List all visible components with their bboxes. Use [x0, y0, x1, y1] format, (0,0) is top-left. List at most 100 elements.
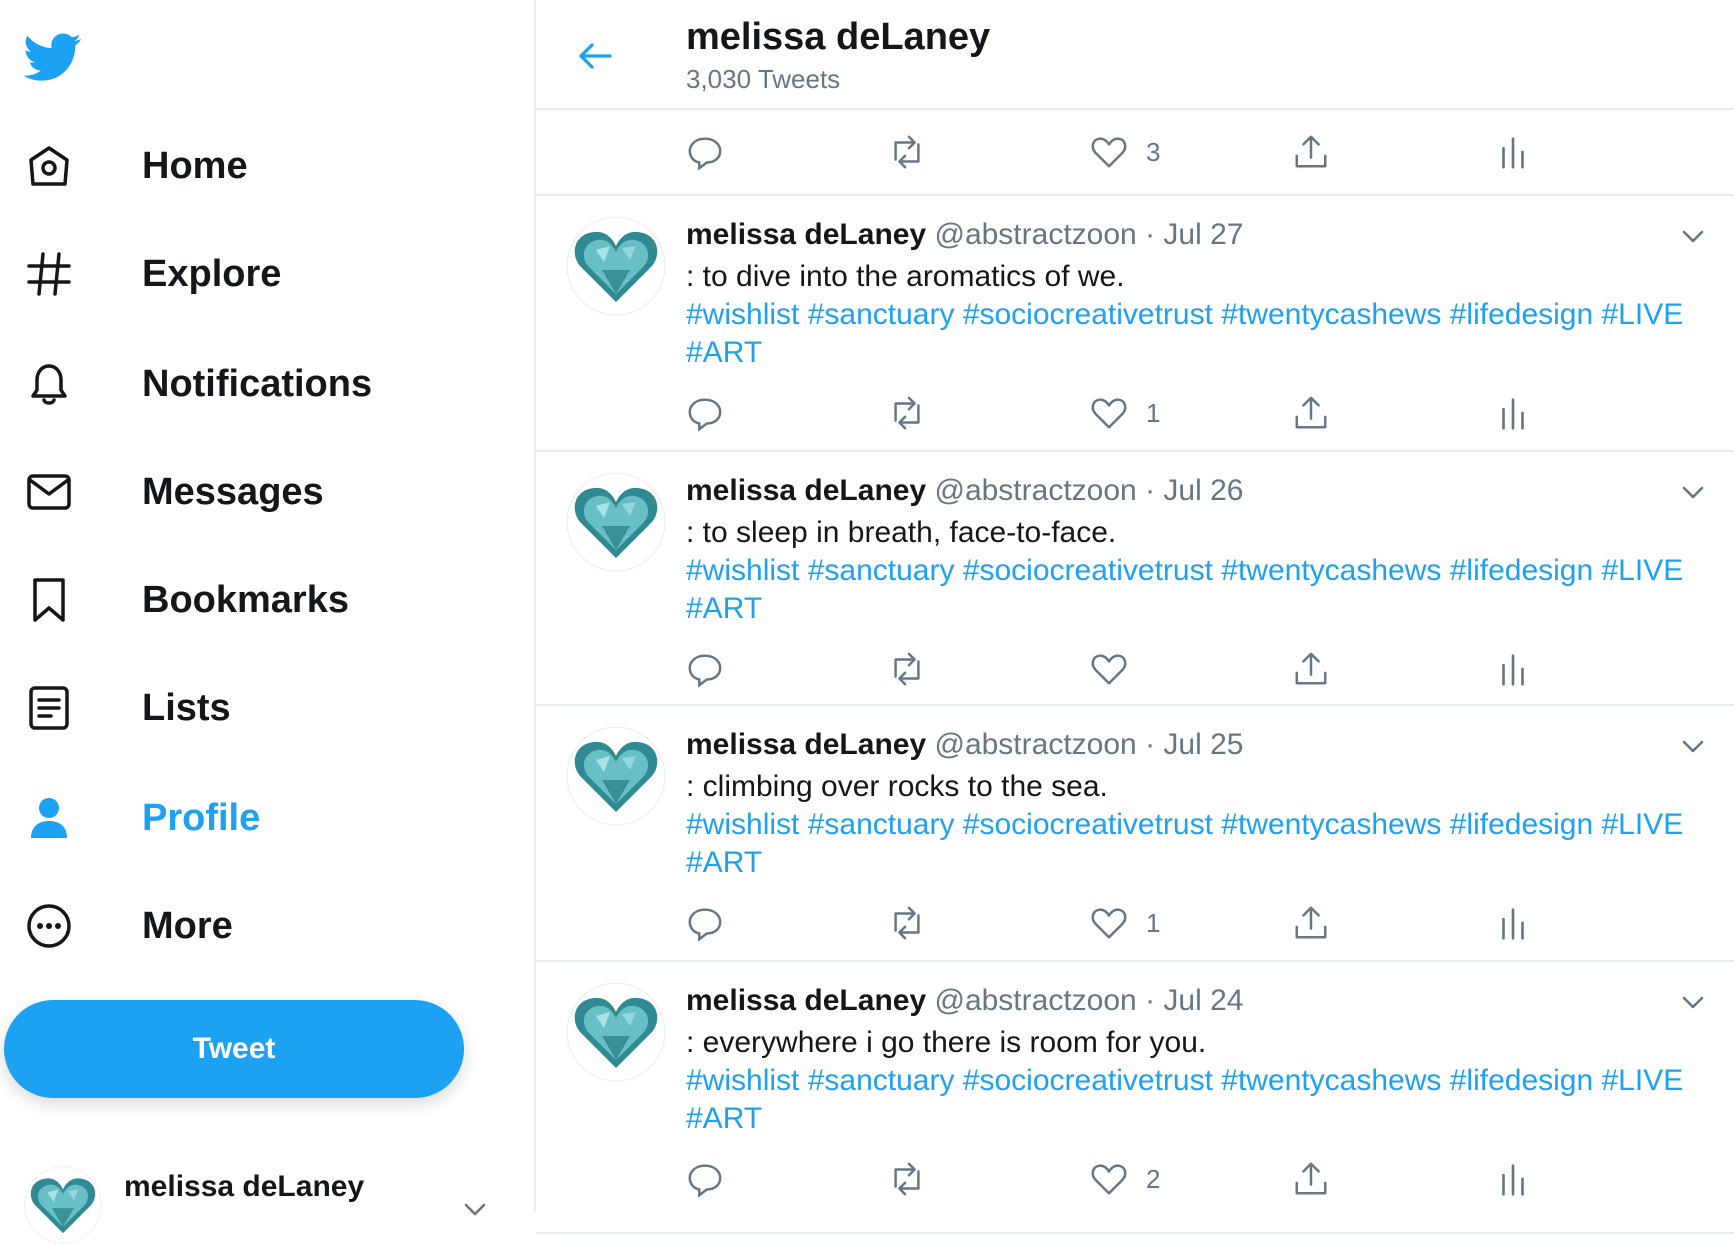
- hashtag-link[interactable]: #wishlist: [686, 554, 799, 587]
- avatar[interactable]: [566, 216, 666, 316]
- nav-profile[interactable]: Profile: [24, 788, 260, 848]
- analytics-button[interactable]: [1494, 1157, 1532, 1201]
- like-button[interactable]: 2: [1090, 1157, 1160, 1201]
- retweet-button[interactable]: [888, 391, 926, 435]
- heart-icon: [1090, 904, 1128, 942]
- nav-messages[interactable]: Messages: [24, 462, 324, 522]
- hashtag-link[interactable]: #LIVE: [1602, 298, 1684, 331]
- account-switcher[interactable]: melissa deLaney: [24, 1165, 494, 1215]
- retweet-button[interactable]: [888, 901, 926, 945]
- tweet[interactable]: melissa deLaney @abstractzoon · Jul 24 :…: [536, 962, 1734, 1234]
- tweet-hashtags: #wishlist #sanctuary #sociocreativetrust…: [686, 296, 1686, 372]
- retweet-button[interactable]: [888, 1157, 926, 1201]
- tweet-button[interactable]: Tweet: [4, 1000, 464, 1098]
- avatar[interactable]: [566, 726, 666, 826]
- share-button[interactable]: [1292, 130, 1330, 174]
- hashtag-link[interactable]: #wishlist: [686, 808, 799, 841]
- tweet[interactable]: melissa deLaney @abstractzoon · Jul 26 :…: [536, 452, 1734, 706]
- chevron-down-icon[interactable]: [1678, 988, 1708, 1018]
- share-button[interactable]: [1292, 647, 1330, 691]
- author-name[interactable]: melissa deLaney: [686, 728, 926, 761]
- author-handle[interactable]: @abstractzoon: [934, 984, 1136, 1017]
- retweet-icon: [888, 394, 926, 432]
- hashtag-link[interactable]: #sanctuary: [808, 554, 955, 587]
- author-name[interactable]: melissa deLaney: [686, 984, 926, 1017]
- nav-home[interactable]: Home: [24, 136, 248, 196]
- tweet-date[interactable]: Jul 25: [1163, 728, 1243, 761]
- reply-button[interactable]: [686, 391, 724, 435]
- hashtag-link[interactable]: #sociocreativetrust: [963, 554, 1213, 587]
- hashtag-link[interactable]: #sanctuary: [808, 298, 955, 331]
- tweet-meta: melissa deLaney @abstractzoon · Jul 24: [686, 984, 1243, 1018]
- heart-icon: [1090, 133, 1128, 171]
- hashtag-link[interactable]: #twentycashews: [1221, 298, 1441, 331]
- chevron-down-icon[interactable]: [1678, 732, 1708, 762]
- like-button[interactable]: 1: [1090, 391, 1160, 435]
- analytics-button[interactable]: [1494, 130, 1532, 174]
- author-handle[interactable]: @abstractzoon: [934, 474, 1136, 507]
- chevron-down-icon[interactable]: [1678, 478, 1708, 508]
- tweet-date[interactable]: Jul 24: [1163, 984, 1243, 1017]
- hashtag-link[interactable]: #sanctuary: [808, 1064, 955, 1097]
- avatar[interactable]: [566, 472, 666, 572]
- reply-button[interactable]: [686, 647, 724, 691]
- retweet-button[interactable]: [888, 647, 926, 691]
- hashtag-link[interactable]: #sociocreativetrust: [963, 298, 1213, 331]
- nav-lists[interactable]: Lists: [24, 678, 231, 738]
- chevron-down-icon[interactable]: [1678, 222, 1708, 252]
- tweet-partial[interactable]: 3: [536, 110, 1734, 196]
- analytics-button[interactable]: [1494, 647, 1532, 691]
- analytics-button[interactable]: [1494, 391, 1532, 435]
- share-icon: [1292, 650, 1330, 688]
- hashtag-link[interactable]: #twentycashews: [1221, 808, 1441, 841]
- hashtag-link[interactable]: #LIVE: [1602, 1064, 1684, 1097]
- hashtag-link[interactable]: #wishlist: [686, 1064, 799, 1097]
- like-button[interactable]: [1090, 647, 1146, 691]
- hashtag-link[interactable]: #sanctuary: [808, 808, 955, 841]
- tweet-meta: melissa deLaney @abstractzoon · Jul 25: [686, 728, 1243, 762]
- nav-notifications[interactable]: Notifications: [24, 354, 372, 414]
- reply-button[interactable]: [686, 901, 724, 945]
- back-arrow-icon[interactable]: [576, 36, 616, 76]
- author-handle[interactable]: @abstractzoon: [934, 218, 1136, 251]
- hashtag-link[interactable]: #sociocreativetrust: [963, 808, 1213, 841]
- analytics-button[interactable]: [1494, 901, 1532, 945]
- like-button[interactable]: 1: [1090, 901, 1160, 945]
- hashtag-link[interactable]: #ART: [686, 592, 762, 625]
- hashtag-link[interactable]: #ART: [686, 1102, 762, 1135]
- hashtag-link[interactable]: #lifedesign: [1450, 298, 1593, 331]
- author-name[interactable]: melissa deLaney: [686, 218, 926, 251]
- tweet[interactable]: melissa deLaney @abstractzoon · Jul 25 :…: [536, 706, 1734, 962]
- twitter-bird-logo-icon[interactable]: [24, 28, 82, 86]
- nav-more[interactable]: More: [24, 896, 233, 956]
- share-button[interactable]: [1292, 901, 1330, 945]
- hashtag-link[interactable]: #wishlist: [686, 298, 799, 331]
- nav-explore[interactable]: Explore: [24, 244, 281, 304]
- hashtag-link[interactable]: #lifedesign: [1450, 808, 1593, 841]
- hashtag-link[interactable]: #ART: [686, 846, 762, 879]
- hashtag-link[interactable]: #sociocreativetrust: [963, 1064, 1213, 1097]
- nav-bookmarks[interactable]: Bookmarks: [24, 570, 349, 630]
- hashtag-link[interactable]: #twentycashews: [1221, 554, 1441, 587]
- hashtag-link[interactable]: #lifedesign: [1450, 1064, 1593, 1097]
- reply-icon: [686, 1160, 724, 1198]
- tweet-date[interactable]: Jul 26: [1163, 474, 1243, 507]
- reply-button[interactable]: [686, 1157, 724, 1201]
- author-handle[interactable]: @abstractzoon: [934, 728, 1136, 761]
- share-button[interactable]: [1292, 1157, 1330, 1201]
- tweet[interactable]: melissa deLaney @abstractzoon · Jul 27 :…: [536, 196, 1734, 452]
- like-button[interactable]: 3: [1090, 130, 1160, 174]
- like-count: 2: [1146, 1163, 1161, 1194]
- hashtag-link[interactable]: #LIVE: [1602, 554, 1684, 587]
- hashtag-link[interactable]: #ART: [686, 336, 762, 369]
- avatar[interactable]: [566, 982, 666, 1082]
- retweet-button[interactable]: [888, 130, 926, 174]
- tweet-date[interactable]: Jul 27: [1163, 218, 1243, 251]
- hashtag-link[interactable]: #twentycashews: [1221, 1064, 1441, 1097]
- home-icon: [24, 141, 74, 191]
- hashtag-link[interactable]: #LIVE: [1602, 808, 1684, 841]
- author-name[interactable]: melissa deLaney: [686, 474, 926, 507]
- reply-button[interactable]: [686, 130, 724, 174]
- hashtag-link[interactable]: #lifedesign: [1450, 554, 1593, 587]
- share-button[interactable]: [1292, 391, 1330, 435]
